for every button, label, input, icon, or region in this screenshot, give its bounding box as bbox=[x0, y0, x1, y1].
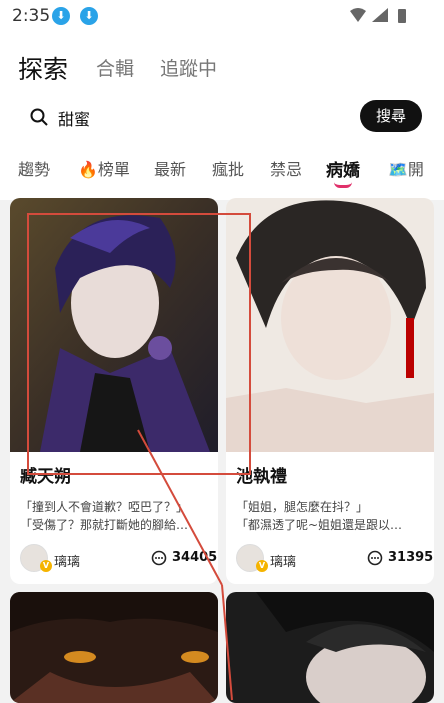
tab-following[interactable]: 追蹤中 bbox=[160, 54, 217, 81]
verified-badge-icon: V bbox=[256, 560, 268, 572]
tab-explore[interactable]: 探索 bbox=[18, 50, 68, 86]
character-quote: 「都濕透了呢~姐姐還是跟以… bbox=[236, 518, 403, 532]
search-bar[interactable]: 甜蜜 搜尋 bbox=[30, 100, 430, 136]
search-button[interactable]: 搜尋 bbox=[360, 100, 422, 132]
character-quote: 「姐姐，腿怎麼在抖？」 bbox=[236, 500, 369, 514]
comment-icon bbox=[367, 550, 383, 566]
character-card[interactable] bbox=[10, 592, 218, 703]
category-taboo[interactable]: 禁忌 bbox=[270, 156, 302, 180]
category-ranking[interactable]: 🔥榜單 bbox=[78, 156, 130, 180]
status-time: 2:35 bbox=[12, 6, 51, 26]
signal-icon bbox=[372, 8, 388, 22]
battery-icon bbox=[398, 9, 406, 23]
character-portrait bbox=[10, 592, 218, 703]
download-icon: ⬇ bbox=[52, 7, 70, 25]
verified-badge-icon: V bbox=[40, 560, 52, 572]
character-name: 臧天朔 bbox=[20, 467, 71, 487]
wifi-icon bbox=[350, 8, 366, 22]
character-quote: 「撞到人不會道歉？啞巴了？」 bbox=[20, 500, 189, 514]
search-icon bbox=[30, 108, 48, 126]
character-quote: 「受傷了？那就打斷她的腳給… bbox=[20, 518, 189, 532]
status-bar: 2:35 ⬇ ⬇ bbox=[0, 0, 444, 32]
active-category-indicator bbox=[334, 182, 352, 188]
tab-collection[interactable]: 合輯 bbox=[96, 54, 134, 81]
header: 探索 合輯 追蹤中 甜蜜 搜尋 趨勢 🔥榜單 最新 瘋批 禁忌 病嬌 🗺️開 bbox=[0, 32, 444, 200]
category-open[interactable]: 🗺️開 bbox=[388, 156, 424, 180]
category-latest[interactable]: 最新 bbox=[154, 156, 186, 180]
character-portrait bbox=[10, 198, 218, 452]
comment-count: 34405 bbox=[172, 550, 218, 565]
search-input[interactable]: 甜蜜 bbox=[58, 106, 90, 130]
character-card[interactable]: 池執禮 「姐姐，腿怎麼在抖？」 「都濕透了呢~姐姐還是跟以… V 璃璃 3139… bbox=[226, 198, 434, 584]
comment-icon bbox=[151, 550, 167, 566]
character-name: 池執禮 bbox=[236, 467, 287, 487]
character-card[interactable]: 臧天朔 「撞到人不會道歉？啞巴了？」 「受傷了？那就打斷她的腳給… V 璃璃 3… bbox=[10, 198, 218, 584]
comment-count: 31395 bbox=[388, 550, 434, 565]
download-icon: ⬇ bbox=[80, 7, 98, 25]
system-status-icons bbox=[350, 8, 406, 23]
category-yandere[interactable]: 病嬌 bbox=[326, 156, 360, 181]
category-trending[interactable]: 趨勢 bbox=[18, 156, 50, 180]
character-portrait bbox=[226, 592, 434, 703]
character-card[interactable] bbox=[226, 592, 434, 703]
character-portrait bbox=[226, 198, 434, 452]
author-name[interactable]: 璃璃 bbox=[270, 551, 296, 570]
category-crazy[interactable]: 瘋批 bbox=[212, 156, 244, 180]
author-name[interactable]: 璃璃 bbox=[54, 551, 80, 570]
